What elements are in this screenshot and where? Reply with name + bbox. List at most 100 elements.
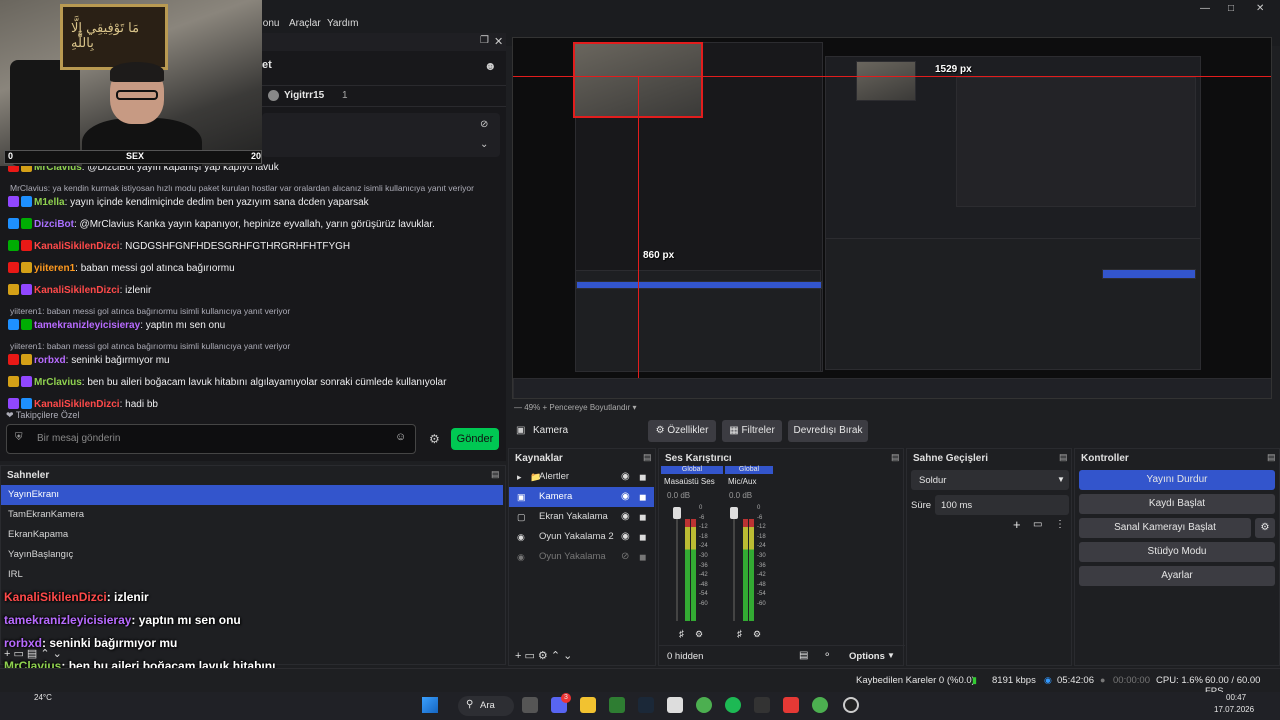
dock-menu-icon[interactable]: ▤	[491, 469, 500, 480]
chevron-down-icon[interactable]: ▼	[887, 651, 895, 660]
channel2-fader[interactable]	[733, 509, 735, 621]
expand-icon[interactable]: ▸	[517, 467, 522, 487]
eye-hidden-icon[interactable]: ⊘	[621, 547, 629, 567]
channel2-name[interactable]: Mic/Aux	[728, 477, 756, 486]
lock-icon[interactable]: ◼	[639, 507, 646, 527]
task-view-icon[interactable]	[522, 697, 538, 713]
layout-icon[interactable]: ▤	[799, 650, 808, 661]
filters-button[interactable]: ▦ Filtreler	[722, 420, 782, 442]
maximize-icon[interactable]: □	[1228, 3, 1234, 14]
dock-menu-icon[interactable]: ▤	[891, 452, 900, 463]
more-icon[interactable]: ⋮	[1055, 519, 1065, 530]
studio-mode-button[interactable]: Stüdyo Modu	[1079, 542, 1275, 562]
channel1-name[interactable]: Masaüstü Ses	[664, 477, 715, 486]
fit-label[interactable]: Pencereye Boyutlandır	[549, 403, 630, 412]
eye-icon[interactable]: ◉	[621, 467, 630, 487]
add-icon[interactable]: +	[1013, 517, 1021, 532]
start-record-button[interactable]: Kaydı Başlat	[1079, 494, 1275, 514]
steam-icon[interactable]	[638, 697, 654, 713]
chat-message[interactable]: rorbxd: seninki bağırmıyor mu	[8, 354, 170, 366]
transition-select[interactable]: Soldur ▼	[911, 470, 1069, 490]
chat-message[interactable]: KanaliSikilenDizci: hadi bb	[8, 398, 158, 410]
scenes-toolbar[interactable]: + ▭ ▤ ⌃ ⌄	[4, 647, 62, 660]
properties-button[interactable]: ⚙ Özellikler	[648, 420, 716, 442]
scene-item[interactable]: TamEkranKamera	[1, 505, 503, 525]
chat-username[interactable]: DizciBot	[34, 219, 74, 230]
speaker-icon[interactable]: ♯	[679, 629, 684, 640]
chat-username[interactable]: tamekranizleyicisieray	[34, 320, 140, 331]
dock-menu-icon[interactable]: ▤	[643, 452, 652, 463]
close-icon[interactable]: ✕	[1256, 3, 1264, 14]
link-icon[interactable]: ⚬	[823, 650, 831, 661]
chat-input[interactable]: ⛨ Bir mesaj gönderin ☺	[6, 424, 416, 454]
chrome-icon[interactable]	[696, 697, 712, 713]
eye-icon[interactable]: ◉	[621, 507, 630, 527]
chat-username[interactable]: rorbxd	[34, 355, 66, 366]
obs-preview[interactable]: 1529 px 860 px	[512, 37, 1272, 399]
trash-icon[interactable]: ▭	[1033, 519, 1042, 530]
chat-username[interactable]: M1ella	[34, 197, 65, 208]
chat-message[interactable]: yiiteren1: baban messi gol atınca bağırı…	[8, 262, 235, 274]
scene-item[interactable]: YayınEkranı	[1, 485, 503, 505]
start-icon[interactable]	[422, 697, 438, 713]
source-item[interactable]: ◉ Oyun Yakalama ⊘ ◼	[509, 547, 654, 567]
stop-stream-button[interactable]: Yayını Durdur	[1079, 470, 1275, 490]
settings-button[interactable]: Ayarlar	[1079, 566, 1275, 586]
virtual-cam-settings-icon[interactable]: ⚙	[1255, 518, 1275, 538]
chevron-down-icon[interactable]: ⌄	[480, 139, 488, 150]
speaker-icon[interactable]: ♯	[737, 629, 742, 640]
options-button[interactable]: Options	[849, 651, 885, 662]
menu-item-view[interactable]: ıonu	[260, 18, 279, 29]
eye-icon[interactable]: ◉	[621, 527, 630, 547]
chat-username[interactable]: KanaliSikilenDizci	[34, 241, 120, 252]
app-icon[interactable]	[754, 697, 770, 713]
channel2-fader-handle[interactable]	[730, 507, 738, 519]
obs-icon[interactable]	[843, 697, 859, 713]
explorer-icon[interactable]	[580, 697, 596, 713]
check-icon[interactable]	[609, 697, 625, 713]
chat-message[interactable]: tamekranizleyicisieray: yaptın mı sen on…	[8, 319, 225, 331]
users-icon[interactable]: ☻	[484, 59, 497, 73]
virtual-cam-button[interactable]: Sanal Kamerayı Başlat	[1079, 518, 1251, 538]
lock-icon[interactable]: ◼	[639, 547, 646, 567]
lock-icon[interactable]: ◼	[639, 487, 646, 507]
menu-item-help[interactable]: Yardım	[327, 18, 359, 29]
spotify-icon[interactable]	[725, 697, 741, 713]
chat-username[interactable]: MrClavius	[34, 377, 82, 388]
chat-message[interactable]: M1ella: yayın içinde kendimiçinde dedim …	[8, 196, 369, 208]
dock-menu-icon[interactable]: ▤	[1059, 452, 1068, 463]
channel-settings-icon[interactable]: ⚙	[753, 629, 761, 640]
mute-icon[interactable]: ⊘	[480, 119, 488, 130]
dock-menu-icon[interactable]: ▤	[1267, 452, 1276, 463]
clock-time[interactable]: 00:47	[1226, 693, 1246, 702]
deactivate-button[interactable]: Devredışı Bırak	[788, 420, 868, 442]
pinned-user[interactable]: Yigitrr15	[284, 90, 324, 101]
chat-message[interactable]: KanaliSikilenDizci: izlenir	[8, 284, 151, 296]
dock-close-icon[interactable]: ✕	[494, 35, 503, 48]
chat-settings-icon[interactable]: ⚙	[429, 432, 440, 446]
source-item[interactable]: ▢ Ekran Yakalama ◉ ◼	[509, 507, 654, 527]
channel1-fader-handle[interactable]	[673, 507, 681, 519]
chat-message[interactable]: DizciBot: @MrClavius Kanka yayın kapanıy…	[8, 218, 435, 230]
search-box[interactable]: ⚲ Ara	[458, 696, 514, 716]
scene-item[interactable]: IRL	[1, 565, 503, 585]
hidden-count[interactable]: 0 hidden	[667, 651, 703, 662]
app-icon[interactable]	[667, 697, 683, 713]
lock-icon[interactable]: ◼	[639, 467, 646, 487]
chat-username[interactable]: yiiteren1	[34, 263, 75, 274]
zoom-controls[interactable]: — 49% + Pencereye Boyutlandır ▾	[514, 403, 637, 412]
chat-message[interactable]: KanaliSikilenDizci: NGDGSHFGNFHDESGRHFGT…	[8, 240, 350, 252]
send-button[interactable]: Gönder	[451, 428, 499, 450]
menu-item-tools[interactable]: Araçlar	[289, 18, 321, 29]
source-item[interactable]: ◉ Oyun Yakalama 2 ◉ ◼	[509, 527, 654, 547]
clock-date[interactable]: 17.07.2026	[1214, 705, 1254, 714]
sources-toolbar[interactable]: + ▭ ⚙ ⌃ ⌄	[515, 649, 572, 662]
emote-icon[interactable]: ☺	[395, 431, 406, 443]
scene-item[interactable]: YayınBaşlangıç	[1, 545, 503, 565]
minimize-icon[interactable]: —	[1200, 3, 1210, 14]
chat-username[interactable]: KanaliSikilenDizci	[34, 399, 120, 410]
eye-icon[interactable]: ◉	[621, 487, 630, 507]
chat-username[interactable]: KanaliSikilenDizci	[34, 285, 120, 296]
scene-item[interactable]: EkranKapama	[1, 525, 503, 545]
chat-message[interactable]: MrClavius: ben bu aileri boğacam lavuk h…	[8, 376, 446, 388]
